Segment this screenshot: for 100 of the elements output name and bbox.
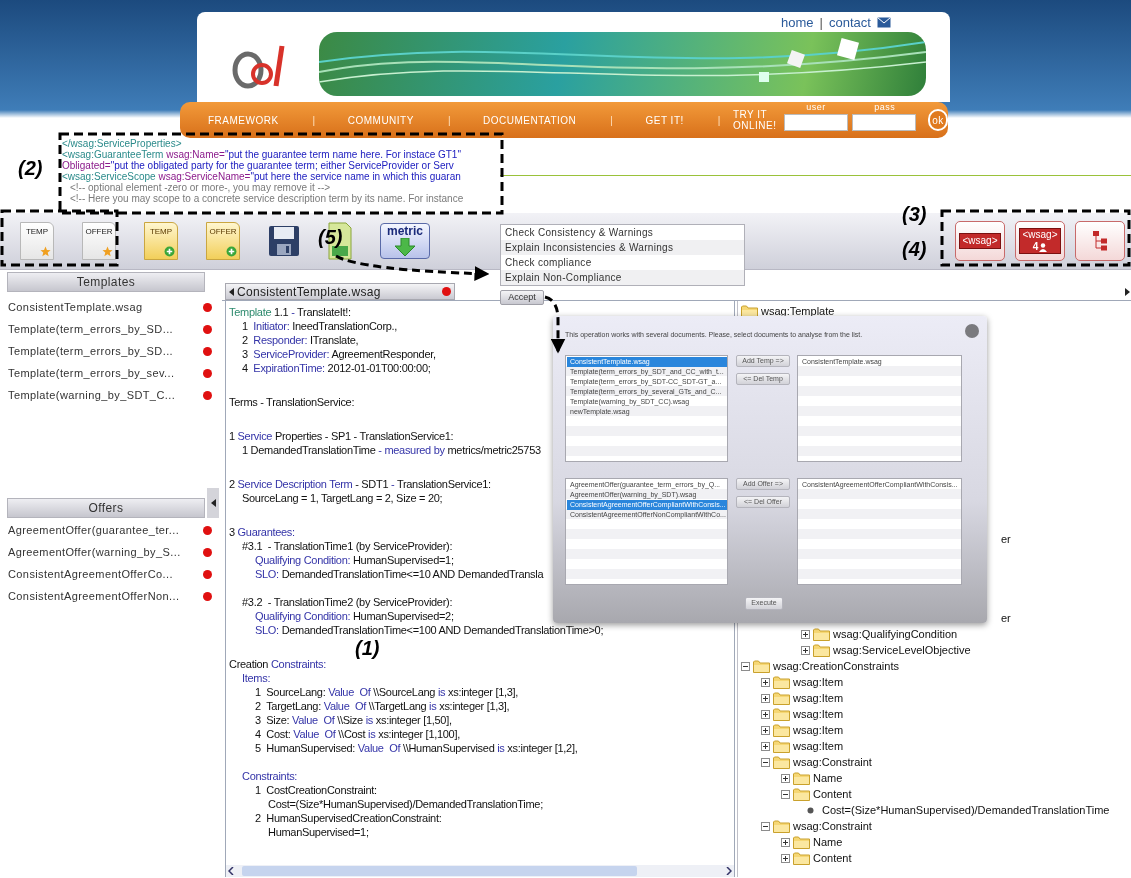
- status-dot: [203, 302, 212, 312]
- wsag-agreement-button[interactable]: <wsag> 4: [1015, 221, 1065, 261]
- folder-icon: [773, 819, 790, 833]
- separator: |: [610, 113, 614, 128]
- tree-item[interactable]: wsag:CreationConstraints: [773, 657, 899, 675]
- status-dot: [203, 547, 212, 557]
- tree-item[interactable]: wsag:Item: [793, 737, 844, 755]
- separator: |: [447, 113, 451, 128]
- expand-icon[interactable]: [761, 741, 770, 751]
- tree-item[interactable]: wsag:Item: [793, 673, 844, 691]
- code-line: 3 Guarantees:: [229, 525, 295, 539]
- header-link[interactable]: home: [781, 15, 814, 30]
- tree-item[interactable]: Cost=(Size*HumanSupervised)/DemandedTranslationTime: [822, 801, 1110, 819]
- code-line: 3 Size: Value Of \\Size is xs:integer [1,50],: [255, 713, 452, 727]
- wsag-button[interactable]: <wsag>: [955, 221, 1005, 261]
- code-line: SLO: DemandedTranslationTime<=100 AND DemandedTranslationTime>0;: [255, 623, 604, 637]
- status-dot: [203, 368, 212, 378]
- menu-item[interactable]: Explain Non-Compliance: [501, 270, 744, 285]
- folder-icon: [753, 659, 770, 673]
- metric-button[interactable]: metric: [380, 223, 430, 259]
- plus-icon: [226, 246, 237, 257]
- expand-icon[interactable]: [761, 693, 770, 703]
- expand-icon[interactable]: [781, 853, 790, 863]
- code-line: Template 1.1 - TranslateIt!:: [229, 305, 351, 319]
- menu-item[interactable]: Explain Inconsistencies & Warnings: [501, 240, 744, 255]
- down-arrow-icon: [394, 238, 416, 256]
- expand-icon[interactable]: [761, 709, 770, 719]
- tree-item[interactable]: wsag:Template: [761, 302, 835, 320]
- folder-icon: [773, 707, 790, 721]
- code-line: 2 HumanSupervisedCreationConstraint:: [255, 811, 442, 825]
- tree-item[interactable]: Content: [813, 785, 852, 803]
- file-item[interactable]: ConsistentAgreementOfferCo...: [0, 563, 222, 585]
- file-item[interactable]: ConsistentTemplate.wsag: [0, 296, 222, 318]
- file-item[interactable]: ConsistentAgreementOfferNon...: [0, 585, 222, 607]
- plus-icon: [164, 246, 175, 257]
- folder-icon: [813, 627, 830, 641]
- tree-item[interactable]: wsag:ServiceLevelObjective: [833, 641, 971, 659]
- file-item[interactable]: Template(term_errors_by_SD...: [0, 318, 222, 340]
- file-item[interactable]: Template(term_errors_by_sev...: [0, 362, 222, 384]
- folder-icon: [773, 755, 790, 769]
- file-item[interactable]: Template(warning_by_SDT_C...: [0, 384, 222, 406]
- tree-item[interactable]: wsag:Item: [793, 705, 844, 723]
- tree-item[interactable]: er: [1001, 530, 1011, 548]
- tree-item[interactable]: Content: [813, 849, 852, 867]
- code-line: Obligated="put the obligated party for the guarantee term; either ServiceProvider or Serv: [62, 160, 454, 171]
- login-field[interactable]: [784, 113, 849, 131]
- horizontal-scrollbar[interactable]: [226, 865, 734, 877]
- status-dot: [203, 591, 212, 601]
- file-item[interactable]: AgreementOffer(warning_by_S...: [0, 541, 222, 563]
- folder-icon: [773, 723, 790, 737]
- expand-icon[interactable]: [801, 629, 810, 639]
- file-item[interactable]: AgreementOffer(guarantee_ter...: [0, 519, 222, 541]
- expand-icon[interactable]: [761, 725, 770, 735]
- code-line: Terms - TranslationService:: [229, 395, 355, 409]
- tree-item[interactable]: wsag:QualifyingCondition: [833, 625, 958, 643]
- login-field[interactable]: [852, 113, 917, 131]
- tree-item[interactable]: Name: [813, 769, 843, 787]
- folder-icon: [773, 691, 790, 705]
- collapse-icon[interactable]: [781, 789, 790, 799]
- new-template-button[interactable]: TEMP: [20, 222, 54, 260]
- collapse-icon[interactable]: [761, 821, 770, 831]
- separator: |: [312, 113, 316, 128]
- header-link[interactable]: contact: [828, 15, 871, 30]
- status-dot: [203, 346, 212, 356]
- expand-icon[interactable]: [761, 677, 770, 687]
- tree-item[interactable]: er: [1001, 609, 1011, 627]
- tree-item[interactable]: wsag:Item: [793, 721, 844, 739]
- code-line: <wsag:GuaranteeTerm wsag:Name="put the guarantee term name here. For instace GT1": [62, 149, 461, 160]
- status-dot: [203, 569, 212, 579]
- expand-icon[interactable]: [781, 837, 790, 847]
- code-line: SLO: DemandedTranslationTime<=10 AND DemandedTransla: [255, 567, 544, 581]
- collapse-icon[interactable]: [761, 757, 770, 767]
- star-icon: [40, 246, 51, 257]
- tree-item[interactable]: wsag:Constraint: [793, 753, 872, 771]
- code-line: <!-- Here you may scope to a concrete service description term by its name. For instance: [70, 193, 464, 204]
- tree-view-button[interactable]: [1075, 221, 1125, 261]
- editor-tab[interactable]: ConsistentTemplate.wsag: [225, 283, 455, 300]
- separator: |: [717, 113, 721, 128]
- status-dot: [203, 390, 212, 400]
- collapse-icon[interactable]: [741, 661, 750, 671]
- new-offer-button[interactable]: OFFER: [82, 222, 116, 260]
- tree-item[interactable]: Name: [813, 833, 843, 851]
- code-line: Creation Constraints:: [229, 657, 327, 671]
- expand-icon[interactable]: [801, 645, 810, 655]
- field-label: user: [806, 101, 827, 112]
- file-item[interactable]: Template(term_errors_by_SD...: [0, 340, 222, 362]
- folder-icon: [773, 675, 790, 689]
- code-line: 4 Cost: Value Of \\Cost is xs:integer [1,100],: [255, 727, 460, 741]
- collapse-panel-button[interactable]: [207, 488, 219, 518]
- add-template-button[interactable]: TEMP: [144, 222, 178, 260]
- add-offer-button[interactable]: OFFER: [206, 222, 240, 260]
- save-button[interactable]: [268, 225, 300, 257]
- tree-item[interactable]: wsag:Constraint: [793, 817, 872, 835]
- expand-icon[interactable]: [781, 773, 790, 783]
- close-button[interactable]: [965, 324, 979, 338]
- accept-button[interactable]: Accept: [500, 290, 544, 305]
- code-line: 1 CostCreationConstraint:: [255, 783, 377, 797]
- tree-item[interactable]: wsag:Item: [793, 689, 844, 707]
- code-line: SourceLang = 1, TargetLang = 2, Size = 20;: [242, 491, 443, 505]
- right-triangle-icon[interactable]: [1125, 287, 1130, 296]
